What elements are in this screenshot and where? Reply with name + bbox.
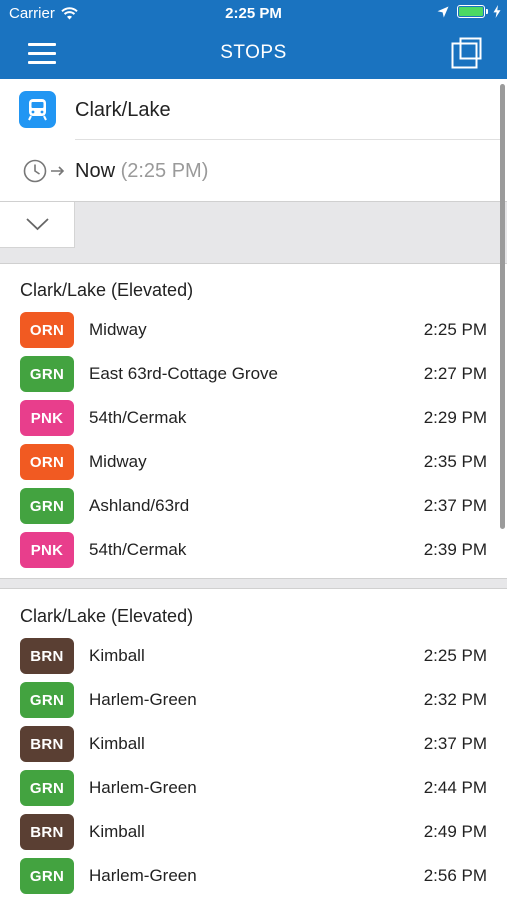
departure-row[interactable]: BRN Kimball 2:25 PM — [0, 634, 500, 678]
route-badge: GRN — [20, 770, 74, 806]
section-title: Clark/Lake (Elevated) — [20, 280, 194, 300]
location-arrow-icon — [437, 6, 449, 17]
status-bar: Carrier 2:25 PM — [0, 0, 507, 28]
departure-time: 2:29 PM — [423, 408, 487, 427]
clock-arrow-icon — [23, 159, 65, 183]
departure-time: 2:37 PM — [423, 734, 487, 753]
status-time: 2:25 PM — [225, 5, 282, 22]
time-selector[interactable]: Now (2:25 PM) — [0, 140, 500, 201]
route-badge: GRN — [20, 682, 74, 718]
destination: Kimball — [89, 822, 145, 841]
departure-time: 2:44 PM — [423, 778, 487, 797]
departure-row[interactable]: GRN Ashland/63rd 2:37 PM — [0, 484, 500, 528]
route-badge: GRN — [20, 488, 74, 524]
destination: Midway — [89, 320, 147, 339]
route-badge: GRN — [20, 858, 74, 894]
departure-row[interactable]: PNK 54th/Cermak 2:29 PM — [0, 396, 500, 440]
route-badge: ORN — [20, 312, 74, 348]
stop-name: Clark/Lake — [75, 99, 171, 121]
destination: Midway — [89, 452, 147, 471]
destination: 54th/Cermak — [89, 408, 187, 427]
battery-icon — [457, 5, 488, 18]
destination: Ashland/63rd — [89, 496, 190, 515]
expand-toggle-button[interactable] — [0, 202, 75, 248]
destination: 54th/Cermak — [89, 540, 187, 559]
stop-selector[interactable]: Clark/Lake — [0, 79, 500, 140]
options-band — [0, 201, 507, 264]
route-badge: GRN — [20, 356, 74, 392]
departure-time: 2:39 PM — [423, 540, 487, 559]
route-badge: BRN — [20, 638, 74, 674]
departure-time: 2:49 PM — [423, 822, 487, 841]
destination: Harlem-Green — [89, 866, 197, 885]
now-label: Now — [75, 160, 116, 182]
departure-time: 2:25 PM — [423, 320, 487, 339]
departure-row[interactable]: BRN Kimball 2:37 PM — [0, 722, 500, 766]
charging-bolt-icon — [493, 5, 501, 18]
departure-row[interactable]: BRN Kimball 2:49 PM — [0, 810, 500, 854]
train-icon — [19, 91, 56, 128]
departures-section: Clark/Lake (Elevated) BRN Kimball 2:25 P… — [0, 590, 500, 900]
departures-section: Clark/Lake (Elevated) ORN Midway 2:25 PM… — [0, 264, 500, 578]
departure-time: 2:32 PM — [423, 690, 487, 709]
page-title: STOPS — [220, 42, 287, 63]
destination: East 63rd-Cottage Grove — [89, 364, 278, 383]
chevron-down-icon — [26, 218, 49, 231]
destination: Harlem-Green — [89, 778, 197, 797]
destination: Harlem-Green — [89, 690, 197, 709]
route-badge: BRN — [20, 814, 74, 850]
departure-row[interactable]: ORN Midway 2:35 PM — [0, 440, 500, 484]
copy-icon[interactable] — [451, 37, 483, 69]
status-right — [437, 5, 501, 18]
time-label: Now (2:25 PM) — [75, 160, 208, 183]
departure-row[interactable]: GRN Harlem-Green 2:56 PM — [0, 854, 500, 898]
departure-row[interactable]: GRN Harlem-Green 2:32 PM — [0, 678, 500, 722]
section-title: Clark/Lake (Elevated) — [20, 606, 194, 626]
departure-row[interactable]: ORN Midway 2:25 PM — [0, 308, 500, 352]
section-separator — [0, 578, 507, 589]
scrollbar[interactable] — [500, 84, 505, 529]
route-badge: BRN — [20, 726, 74, 762]
destination: Kimball — [89, 734, 145, 753]
route-badge: PNK — [20, 400, 74, 436]
departure-time: 2:56 PM — [423, 866, 487, 885]
destination: Kimball — [89, 646, 145, 665]
now-time: (2:25 PM) — [120, 160, 209, 182]
departure-row[interactable]: GRN Harlem-Green 2:44 PM — [0, 766, 500, 810]
departure-time: 2:27 PM — [423, 364, 487, 383]
nav-bar: STOPS — [0, 28, 507, 79]
departure-time: 2:35 PM — [423, 452, 487, 471]
departure-time: 2:25 PM — [423, 646, 487, 665]
departure-time: 2:37 PM — [423, 496, 487, 515]
departure-row[interactable]: GRN East 63rd-Cottage Grove 2:27 PM — [0, 352, 500, 396]
route-badge: ORN — [20, 444, 74, 480]
departure-row[interactable]: PNK 54th/Cermak 2:39 PM — [0, 528, 500, 572]
route-badge: PNK — [20, 532, 74, 568]
